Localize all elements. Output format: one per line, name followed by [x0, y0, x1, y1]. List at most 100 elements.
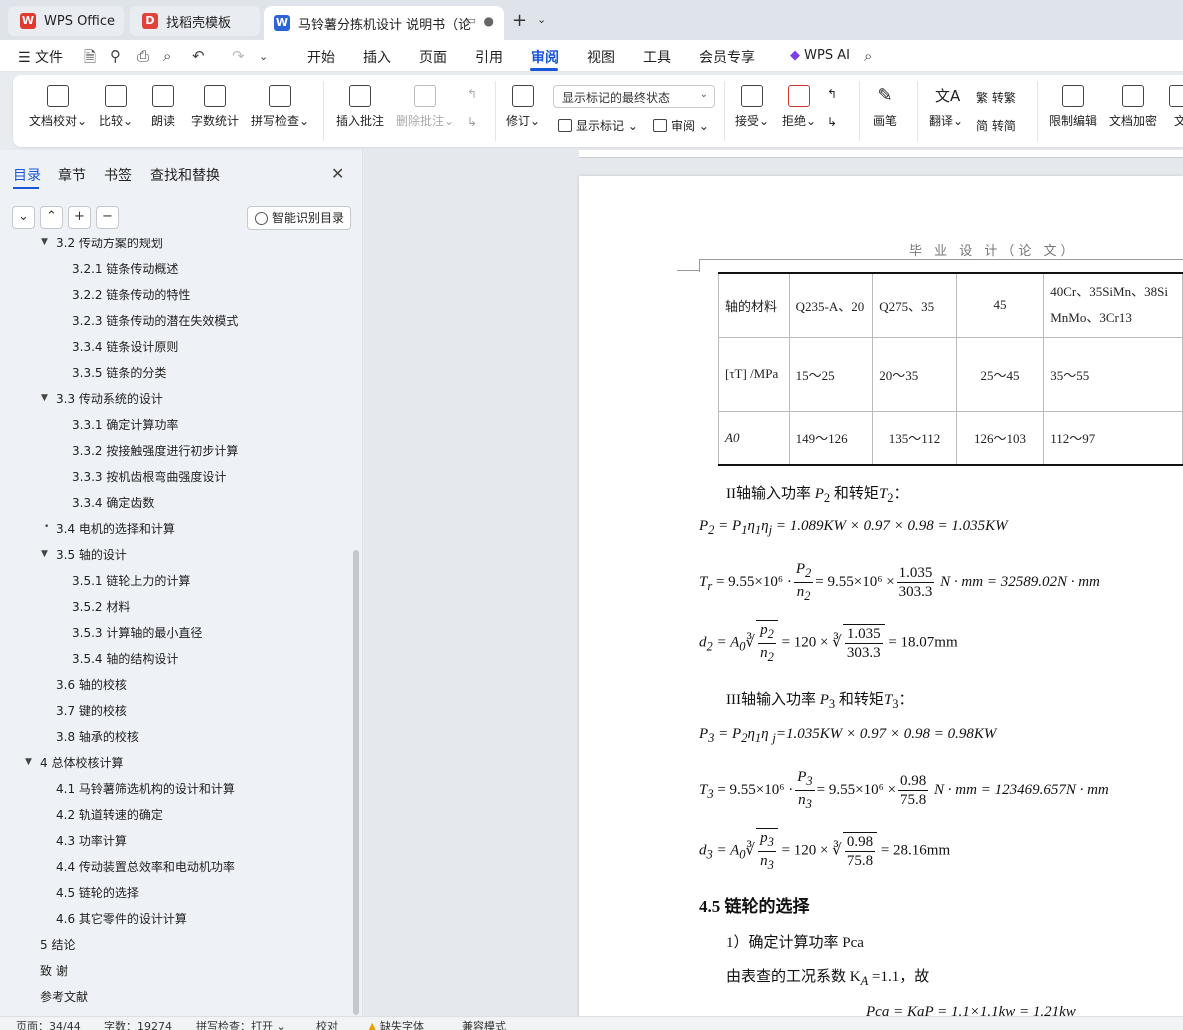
spell-check-indicator[interactable]: 拼写检查：打开 ⌄: [196, 1018, 286, 1030]
expand-arrow-icon[interactable]: ▼: [41, 549, 48, 559]
print-preview-icon[interactable]: ⌕: [163, 47, 171, 65]
tab-find-replace[interactable]: 查找和替换: [150, 165, 220, 185]
show-markup-button[interactable]: 显示标记 ⌄: [558, 117, 638, 134]
delete-comment-button[interactable]: 删除批注⌄: [396, 85, 454, 129]
menu-references[interactable]: 引用: [475, 47, 503, 67]
toc-item[interactable]: 3.2.2 链条传动的特性: [72, 286, 190, 304]
toc-item[interactable]: 3.3.4 链条设计原则: [72, 338, 178, 356]
collapse-all-button[interactable]: ⌃: [40, 206, 63, 229]
proofread-button[interactable]: 文档校对⌄: [29, 85, 87, 129]
toc-item[interactable]: 4.5 链轮的选择: [56, 884, 139, 902]
toc-item[interactable]: 3.3.1 确定计算功率: [72, 416, 178, 434]
toc-item[interactable]: 4.2 轨道转速的确定: [56, 806, 163, 824]
toc-item[interactable]: 3.3 传动系统的设计: [56, 390, 163, 408]
wps-ai-button[interactable]: ◆ WPS AI: [790, 48, 850, 63]
expand-arrow-icon[interactable]: ▼: [41, 238, 48, 247]
toc-item[interactable]: 3.5 轴的设计: [56, 546, 127, 564]
share-icon[interactable]: ⚲: [110, 47, 121, 65]
chevron-down-icon[interactable]: ⌄: [537, 13, 546, 26]
translate-button[interactable]: 文A 翻译⌄: [929, 85, 963, 129]
tab-document[interactable]: W 马铃薯分拣机设计 说明书（论 ▭ ●: [264, 6, 504, 40]
redo-icon[interactable]: ↷: [232, 47, 245, 65]
toc-item[interactable]: 3.5.3 计算轴的最小直径: [72, 624, 202, 642]
print-icon[interactable]: ⎙: [137, 47, 149, 65]
search-icon[interactable]: ⌕: [864, 47, 872, 65]
word-count-button[interactable]: 字数统计: [191, 85, 239, 129]
save-icon[interactable]: 🗎: [84, 47, 96, 72]
next-change-icon[interactable]: ↳: [827, 115, 837, 129]
markup-state-select[interactable]: 显示标记的最终状态 ⌄: [553, 85, 715, 108]
compare-button[interactable]: 比较⌄: [99, 85, 133, 129]
ink-button[interactable]: ✎ 画笔: [873, 85, 897, 129]
menu-home[interactable]: 开始: [307, 47, 335, 67]
toc-item[interactable]: 3.5.1 链轮上力的计算: [72, 572, 190, 590]
toc-item[interactable]: 3.8 轴承的校核: [56, 728, 139, 746]
quick-access-more-icon[interactable]: ⌄: [259, 50, 268, 63]
restrict-edit-button[interactable]: 限制编辑: [1049, 85, 1097, 129]
reject-button[interactable]: 拒绝⌄: [782, 85, 816, 129]
toc-item[interactable]: 4.1 马铃薯筛选机构的设计和计算: [56, 780, 235, 798]
toc-item[interactable]: 3.6 轴的校核: [56, 676, 127, 694]
toc-item[interactable]: 参考文献: [40, 988, 88, 1006]
toc-item[interactable]: 3.7 键的校核: [56, 702, 127, 720]
toc-item[interactable]: 3.2.1 链条传动概述: [72, 260, 178, 278]
close-icon[interactable]: ✕: [331, 164, 344, 183]
menu-review[interactable]: 审阅: [531, 47, 559, 67]
menu-page[interactable]: 页面: [419, 47, 447, 67]
track-changes-button[interactable]: 修订⌄: [506, 85, 540, 129]
accept-button[interactable]: 接受⌄: [735, 85, 769, 129]
insert-comment-button[interactable]: 插入批注: [336, 85, 384, 129]
read-aloud-button[interactable]: 朗读: [151, 85, 175, 129]
tab-bookmarks[interactable]: 书签: [104, 165, 132, 185]
prev-comment-icon[interactable]: ↰: [467, 87, 477, 101]
missing-font-indicator[interactable]: ▲ 缺失字体: [368, 1018, 424, 1030]
word-count-indicator[interactable]: 字数：19274: [104, 1018, 172, 1030]
toc-item-label: 3.2.3 链条传动的潜在失效模式: [72, 314, 239, 328]
encrypt-button[interactable]: 文档加密: [1109, 85, 1157, 129]
spell-check-button[interactable]: 拼写检查⌄: [251, 85, 309, 129]
unsaved-dot-icon[interactable]: ●: [484, 14, 494, 28]
toc-scrollbar[interactable]: [353, 550, 359, 1015]
expand-arrow-icon[interactable]: ▼: [25, 757, 32, 767]
new-tab-plus-icon[interactable]: +: [512, 10, 527, 31]
toc-item[interactable]: 致 谢: [40, 962, 68, 980]
toc-item[interactable]: 3.3.2 按接触强度进行初步计算: [72, 442, 238, 460]
toc-item[interactable]: 3.3.4 确定齿数: [72, 494, 154, 512]
menu-tools[interactable]: 工具: [643, 47, 671, 67]
page-indicator[interactable]: 页面：34/44: [16, 1018, 81, 1030]
next-comment-icon[interactable]: ↳: [467, 115, 477, 129]
toc-item[interactable]: 3.2.3 链条传动的潜在失效模式: [72, 312, 238, 330]
toc-item[interactable]: 3.3.3 按机齿根弯曲强度设计: [72, 468, 226, 486]
missing-font-label: 缺失字体: [379, 1020, 424, 1030]
expand-arrow-icon[interactable]: ▼: [41, 393, 48, 403]
toc-item[interactable]: 4.4 传动装置总效率和电动机功率: [56, 858, 235, 876]
menu-member[interactable]: 会员专享: [699, 47, 755, 67]
toc-item[interactable]: 3.5.2 材料: [72, 598, 130, 616]
review-pane-button[interactable]: 审阅 ⌄: [653, 117, 709, 134]
file-menu[interactable]: ☰ 文件: [18, 47, 63, 67]
tab-docer-templates[interactable]: D 找稻壳模板: [130, 6, 260, 36]
toc-item[interactable]: 4.6 其它零件的设计计算: [56, 910, 187, 928]
to-simplified-button[interactable]: 简 转简: [976, 117, 1016, 134]
menu-view[interactable]: 视图: [587, 47, 615, 67]
smart-toc-button[interactable]: 智能识别目录: [247, 206, 351, 230]
toc-item[interactable]: 3.4 电机的选择和计算: [56, 520, 175, 538]
to-traditional-button[interactable]: 繁 转繁: [976, 89, 1016, 106]
add-heading-button[interactable]: +: [68, 206, 91, 229]
tab-toc[interactable]: 目录: [13, 165, 41, 185]
tab-chapters[interactable]: 章节: [58, 165, 86, 185]
toc-item[interactable]: 5 结论: [40, 936, 75, 954]
expand-all-button[interactable]: ⌄: [12, 206, 35, 229]
toc-item[interactable]: 3.2 传动方案的规划: [56, 238, 163, 252]
more-ribbon-button[interactable]: 文: [1169, 85, 1183, 129]
proofread-indicator[interactable]: 校对: [316, 1018, 338, 1030]
toc-item[interactable]: 4.3 功率计算: [56, 832, 127, 850]
undo-icon[interactable]: ↶: [192, 47, 205, 65]
toc-item[interactable]: 3.3.5 链条的分类: [72, 364, 166, 382]
prev-change-icon[interactable]: ↰: [827, 87, 837, 101]
remove-heading-button[interactable]: −: [96, 206, 119, 229]
tab-wps-office[interactable]: W WPS Office: [8, 6, 124, 36]
toc-item[interactable]: 3.5.4 轴的结构设计: [72, 650, 178, 668]
menu-insert[interactable]: 插入: [363, 47, 391, 67]
toc-item[interactable]: 4 总体校核计算: [40, 754, 123, 772]
